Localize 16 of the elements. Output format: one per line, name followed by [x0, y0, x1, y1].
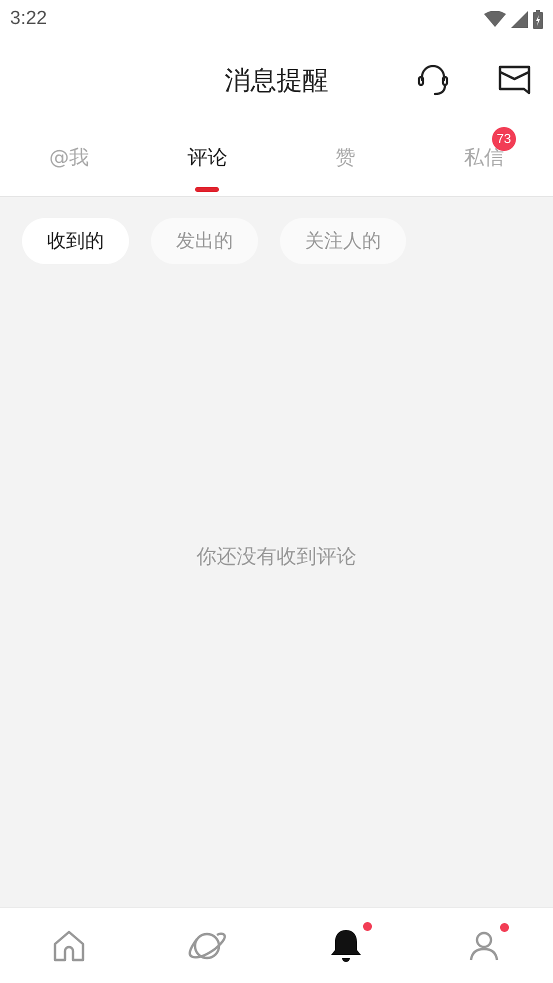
wifi-icon: [484, 11, 506, 27]
filter-chip[interactable]: 收到的: [22, 218, 129, 264]
filter-chip[interactable]: 发出的: [151, 218, 258, 264]
signal-icon: [511, 10, 528, 28]
headset-icon[interactable]: [416, 63, 450, 97]
tab[interactable]: 赞: [276, 122, 415, 196]
page-title: 消息提醒: [224, 64, 328, 98]
filter-chip[interactable]: 关注人的: [280, 218, 406, 264]
battery-icon: [533, 10, 543, 28]
tab[interactable]: 评论: [138, 122, 276, 196]
empty-message: 你还没有收到评论: [196, 542, 356, 570]
mail-icon[interactable]: [498, 65, 531, 95]
status-time: 3:22: [10, 8, 47, 30]
tab[interactable]: 私信 73: [414, 122, 553, 196]
tab[interactable]: @我: [0, 122, 138, 196]
home-icon[interactable]: [52, 930, 86, 962]
